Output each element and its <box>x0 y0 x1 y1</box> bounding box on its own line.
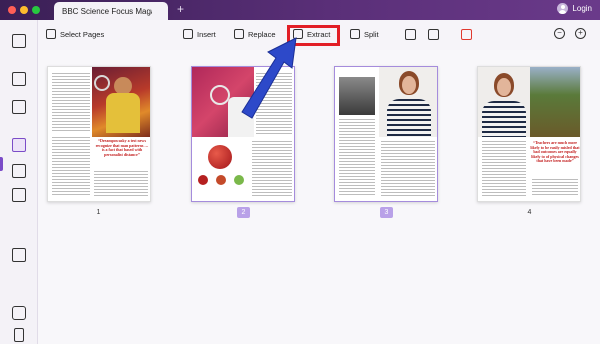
layers-icon[interactable] <box>12 306 26 320</box>
tennis-player-photo <box>92 67 150 137</box>
page-thumbnail-2[interactable] <box>191 66 295 202</box>
page-thumbnail-3[interactable] <box>334 66 438 202</box>
left-sidebar <box>0 20 38 344</box>
text-block <box>252 141 292 197</box>
main-panel: Select Pages Insert Replace Extract Spli… <box>38 20 600 344</box>
page-toolbar: Select Pages Insert Replace Extract Spli… <box>38 20 600 50</box>
woman-portrait-photo <box>379 67 437 137</box>
text-block <box>94 171 148 197</box>
login-button[interactable]: Login <box>557 3 592 14</box>
document-tab[interactable]: BBC Science Focus Magaz <box>54 2 168 20</box>
close-window-button[interactable] <box>8 6 16 14</box>
gift-icon[interactable] <box>12 248 26 262</box>
insert-button[interactable]: Insert <box>183 29 216 39</box>
split-icon <box>350 29 360 39</box>
apple-image <box>208 145 232 169</box>
delete-icon[interactable] <box>461 29 472 40</box>
apple-image <box>198 175 208 185</box>
page-number-2: 2 <box>237 207 250 218</box>
landscape-photo <box>530 67 580 137</box>
title-bar: BBC Science Focus Magaz + Login <box>0 0 600 20</box>
tennis-player-photo <box>192 67 254 137</box>
bookmark-icon[interactable] <box>14 328 24 342</box>
rotate-right-icon[interactable] <box>428 29 439 40</box>
login-label: Login <box>572 4 592 13</box>
page-thumbnail-4[interactable]: “Teachers are much more likely to be eas… <box>477 66 581 202</box>
text-block <box>52 73 90 133</box>
select-pages-icon <box>46 29 56 39</box>
page-number-4: 4 <box>527 209 532 216</box>
extract-highlight-box <box>287 25 340 46</box>
active-indicator <box>0 157 3 171</box>
page-number-1: 1 <box>96 209 101 216</box>
text-block <box>256 73 292 135</box>
minimize-window-button[interactable] <box>20 6 28 14</box>
text-block <box>381 141 435 197</box>
page-number-3: 3 <box>380 207 393 218</box>
text-block <box>52 137 90 195</box>
text-block <box>482 141 526 197</box>
split-label: Split <box>364 29 379 39</box>
apple-image <box>216 175 226 185</box>
ocr-icon[interactable] <box>12 188 26 202</box>
insert-label: Insert <box>197 29 216 39</box>
text-block <box>532 179 578 197</box>
tab-title: BBC Science Focus Magaz <box>62 6 152 16</box>
portrait-photo <box>339 77 375 115</box>
new-tab-button[interactable]: + <box>177 2 184 16</box>
split-button[interactable]: Split <box>350 29 379 39</box>
edit-pdf-icon[interactable] <box>12 100 26 114</box>
replace-button[interactable]: Replace <box>234 29 276 39</box>
page-canvas: “Dreampowasky a test news recognize that… <box>38 50 600 344</box>
organize-pages-icon[interactable] <box>12 138 26 152</box>
woman-portrait-photo <box>478 67 530 137</box>
maximize-window-button[interactable] <box>32 6 40 14</box>
replace-label: Replace <box>248 29 276 39</box>
comment-icon[interactable] <box>12 72 26 86</box>
apple-image <box>234 175 244 185</box>
pull-quote: “Teachers are much more likely to be eas… <box>530 140 580 164</box>
zoom-in-icon[interactable]: + <box>575 28 586 39</box>
text-block <box>339 119 375 197</box>
rotate-left-icon[interactable] <box>405 29 416 40</box>
pull-quote: “Dreampowasky a test news recognize that… <box>95 138 149 157</box>
reader-mode-icon[interactable] <box>12 34 26 48</box>
insert-icon <box>183 29 193 39</box>
convert-icon[interactable] <box>12 164 26 178</box>
select-pages-label: Select Pages <box>60 29 105 39</box>
user-icon <box>557 3 569 14</box>
zoom-out-icon[interactable]: − <box>554 28 565 39</box>
replace-icon <box>234 29 244 39</box>
page-thumbnail-1[interactable]: “Dreampowasky a test news recognize that… <box>47 66 151 202</box>
select-pages-button[interactable]: Select Pages <box>46 29 104 39</box>
